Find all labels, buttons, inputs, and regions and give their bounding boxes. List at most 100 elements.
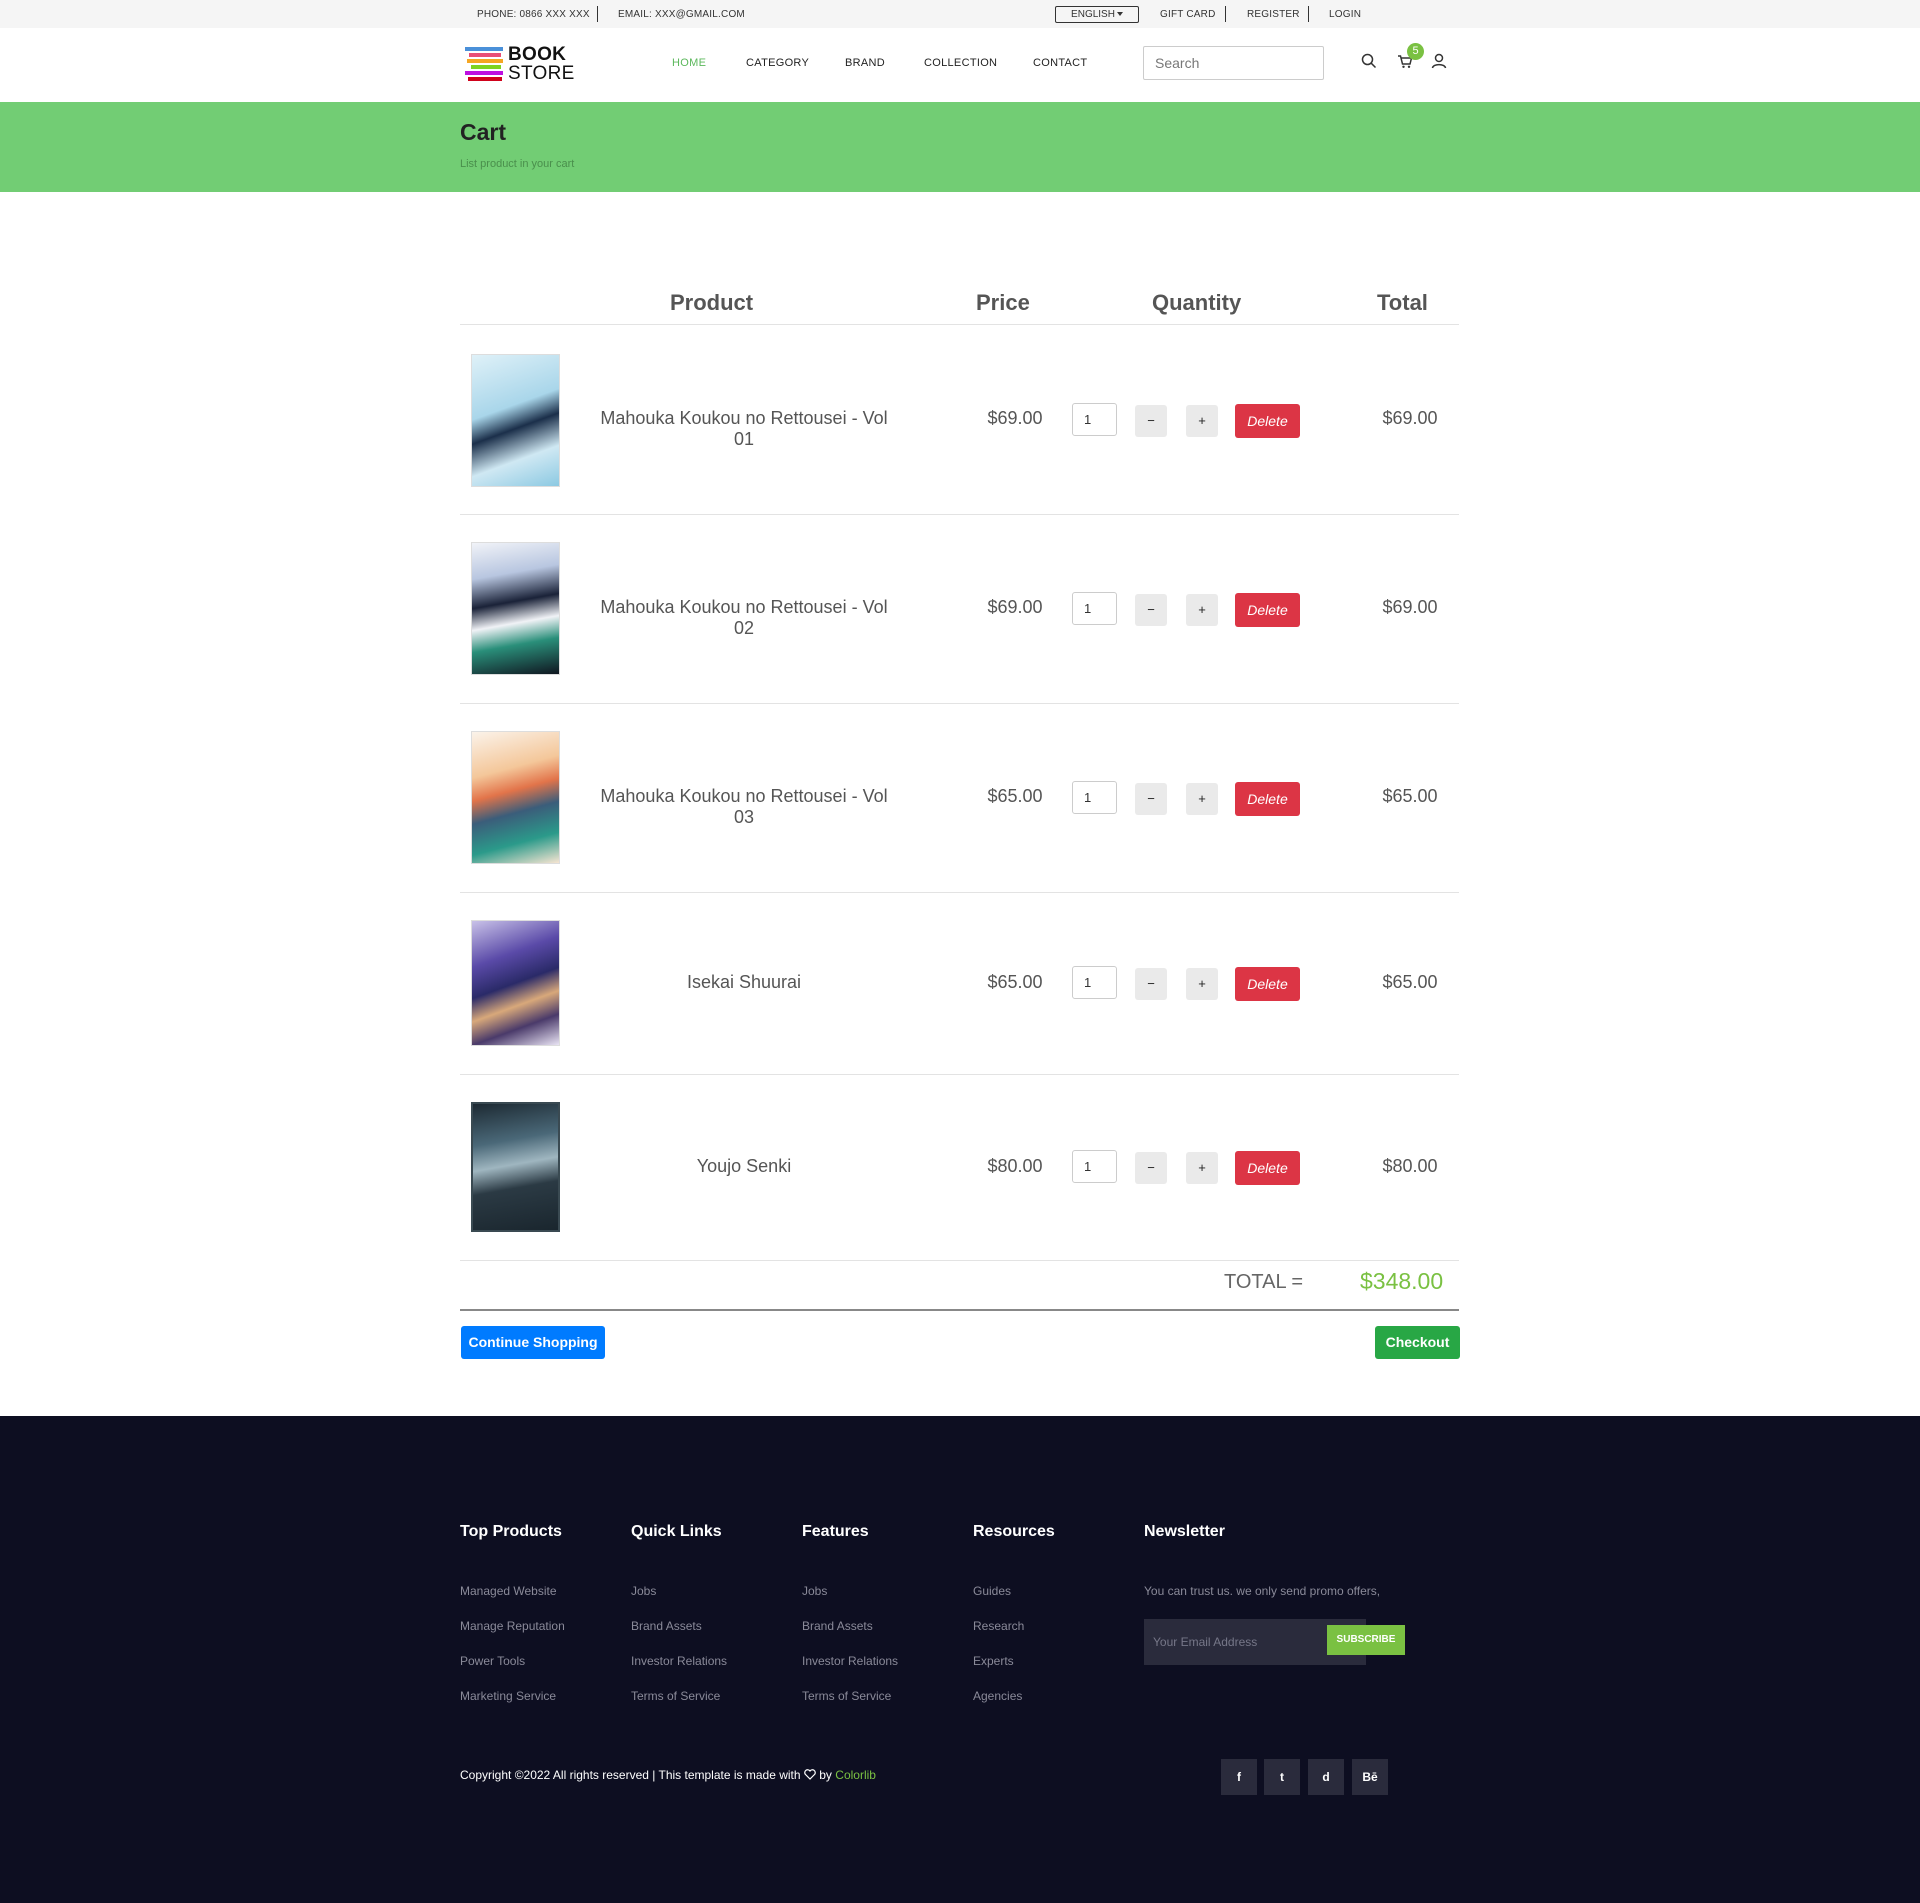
total-value: $348.00 (1360, 1268, 1444, 1294)
footer-link[interactable]: Managed Website (460, 1584, 557, 1598)
table-row: Isekai Shuurai $65.00 − + Delete $65.00 (460, 920, 1459, 1046)
copyright-text: Copyright ©2022 All rights reserved | Th… (460, 1768, 801, 1782)
product-name[interactable]: Mahouka Koukou no Rettousei - Vol 02 (590, 597, 898, 639)
newsletter-text: You can trust us. we only send promo off… (1144, 1584, 1381, 1598)
book-cover-image[interactable] (471, 1102, 560, 1232)
divider (460, 1260, 1459, 1261)
divider (460, 514, 1459, 515)
dribbble-icon[interactable]: d (1308, 1759, 1344, 1795)
page-subtitle: List product in your cart (460, 158, 575, 170)
logo-stripe (467, 59, 503, 63)
login-link[interactable]: LOGIN (1329, 9, 1361, 20)
nav-brand[interactable]: BRAND (845, 57, 885, 69)
quantity-input[interactable] (1072, 1150, 1117, 1183)
decrease-quantity-button[interactable]: − (1135, 405, 1167, 437)
footer-heading: Resources (973, 1523, 1055, 1540)
column-header-total: Total (1377, 290, 1428, 315)
footer-link[interactable]: Terms of Service (631, 1689, 720, 1703)
subscribe-button[interactable]: SUBSCRIBE (1327, 1625, 1405, 1655)
page-banner: Cart List product in your cart (0, 102, 1920, 192)
quantity-input[interactable] (1072, 781, 1117, 814)
search-icon[interactable] (1360, 52, 1378, 70)
gift-card-link[interactable]: GIFT CARD (1160, 9, 1216, 20)
footer-link[interactable]: Investor Relations (802, 1654, 898, 1668)
heart-icon (804, 1769, 816, 1780)
footer-link[interactable]: Jobs (802, 1584, 827, 1598)
divider (1308, 6, 1309, 22)
user-icon[interactable] (1430, 52, 1448, 70)
nav-category[interactable]: CATEGORY (746, 57, 809, 69)
increase-quantity-button[interactable]: + (1186, 405, 1218, 437)
logo-stripe (468, 77, 502, 81)
table-row: Mahouka Koukou no Rettousei - Vol 02 $69… (460, 542, 1459, 675)
quantity-input[interactable] (1072, 592, 1117, 625)
footer-link[interactable]: Agencies (973, 1689, 1022, 1703)
decrease-quantity-button[interactable]: − (1135, 594, 1167, 626)
delete-button[interactable]: Delete (1235, 1151, 1300, 1185)
behance-icon[interactable]: Bē (1352, 1759, 1388, 1795)
divider (1225, 6, 1226, 22)
top-bar: PHONE: 0866 XXX XXX EMAIL: XXX@GMAIL.COM… (0, 0, 1920, 28)
increase-quantity-button[interactable]: + (1186, 1152, 1218, 1184)
nav-collection[interactable]: COLLECTION (924, 57, 997, 69)
logo-stripe (465, 71, 503, 75)
footer-link[interactable]: Brand Assets (631, 1619, 702, 1633)
product-name[interactable]: Mahouka Koukou no Rettousei - Vol 01 (590, 408, 898, 450)
delete-button[interactable]: Delete (1235, 782, 1300, 816)
logo-text: STORE (508, 63, 575, 84)
header: BOOK STORE HOME CATEGORY BRAND COLLECTIO… (0, 28, 1920, 102)
book-cover-image[interactable] (471, 542, 560, 675)
nav-home[interactable]: HOME (672, 57, 706, 69)
table-row: Youjo Senki $80.00 − + Delete $80.00 (460, 1102, 1459, 1232)
book-cover-image[interactable] (471, 920, 560, 1046)
product-price: $69.00 (987, 597, 1043, 617)
facebook-icon[interactable]: f (1221, 1759, 1257, 1795)
colorlib-link[interactable]: Colorlib (835, 1768, 876, 1782)
total-label: TOTAL = (1224, 1271, 1304, 1293)
book-cover-image[interactable] (471, 354, 560, 487)
product-price: $65.00 (987, 972, 1043, 992)
checkout-button[interactable]: Checkout (1375, 1326, 1460, 1359)
product-name[interactable]: Youjo Senki (590, 1156, 898, 1177)
footer-link[interactable]: Brand Assets (802, 1619, 873, 1633)
email-text: EMAIL: XXX@GMAIL.COM (618, 9, 745, 20)
delete-button[interactable]: Delete (1235, 593, 1300, 627)
product-name[interactable]: Isekai Shuurai (590, 972, 898, 993)
footer-link[interactable]: Guides (973, 1584, 1011, 1598)
decrease-quantity-button[interactable]: − (1135, 1152, 1167, 1184)
twitter-icon[interactable]: t (1264, 1759, 1300, 1795)
decrease-quantity-button[interactable]: − (1135, 968, 1167, 1000)
increase-quantity-button[interactable]: + (1186, 968, 1218, 1000)
footer-link[interactable]: Experts (973, 1654, 1014, 1668)
product-name[interactable]: Mahouka Koukou no Rettousei - Vol 03 (590, 786, 898, 828)
footer-link[interactable]: Power Tools (460, 1654, 525, 1668)
increase-quantity-button[interactable]: + (1186, 783, 1218, 815)
quantity-input[interactable] (1072, 403, 1117, 436)
cart-count-badge: 5 (1407, 43, 1424, 60)
delete-button[interactable]: Delete (1235, 967, 1300, 1001)
row-total: $69.00 (1382, 408, 1438, 428)
logo-stripe (469, 53, 501, 57)
footer-link[interactable]: Research (973, 1619, 1024, 1633)
register-link[interactable]: REGISTER (1247, 9, 1300, 20)
logo[interactable]: BOOK STORE (465, 45, 575, 85)
footer-link[interactable]: Jobs (631, 1584, 656, 1598)
copyright-by: by (819, 1768, 832, 1782)
quantity-input[interactable] (1072, 966, 1117, 999)
footer-link[interactable]: Manage Reputation (460, 1619, 565, 1633)
footer-link[interactable]: Terms of Service (802, 1689, 891, 1703)
nav-contact[interactable]: CONTACT (1033, 57, 1087, 69)
footer-link[interactable]: Marketing Service (460, 1689, 556, 1703)
phone-text: PHONE: 0866 XXX XXX (477, 9, 590, 20)
language-dropdown[interactable]: ENGLISH (1055, 6, 1139, 23)
delete-button[interactable]: Delete (1235, 404, 1300, 438)
decrease-quantity-button[interactable]: − (1135, 783, 1167, 815)
search-input[interactable] (1143, 46, 1324, 80)
footer-link[interactable]: Investor Relations (631, 1654, 727, 1668)
logo-stripe (471, 65, 501, 69)
newsletter-email-input[interactable] (1153, 1632, 1313, 1652)
continue-shopping-button[interactable]: Continue Shopping (461, 1326, 605, 1359)
book-cover-image[interactable] (471, 731, 560, 864)
row-total: $65.00 (1382, 786, 1438, 806)
increase-quantity-button[interactable]: + (1186, 594, 1218, 626)
